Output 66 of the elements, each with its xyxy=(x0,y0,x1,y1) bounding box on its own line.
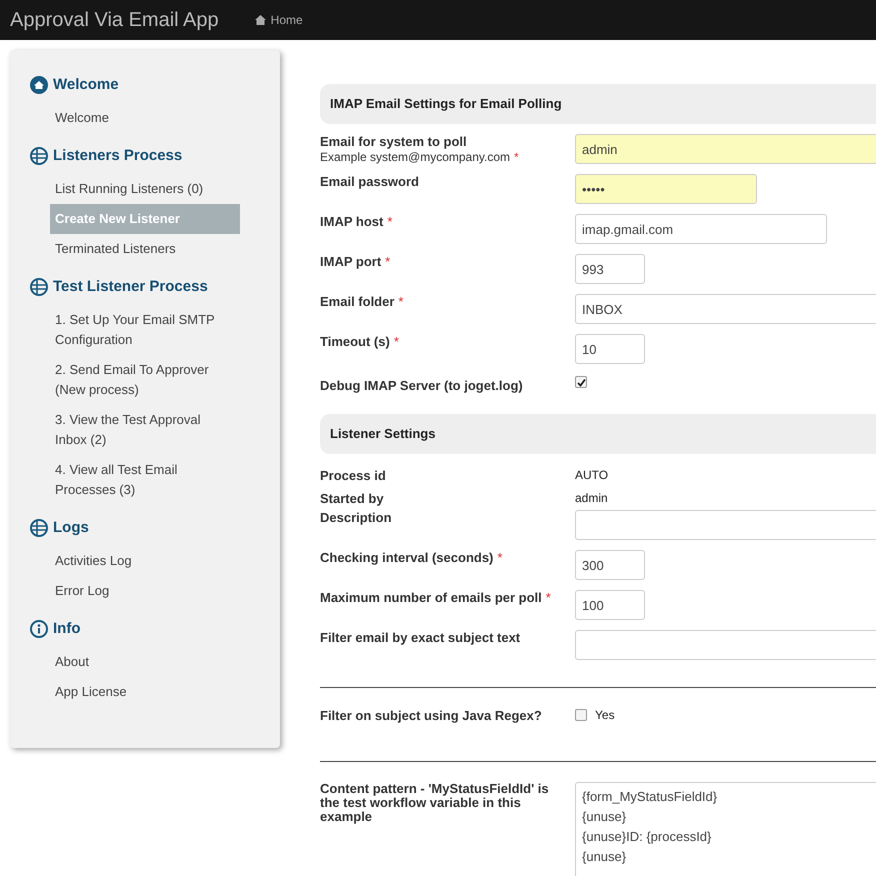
field-label: IMAP host xyxy=(320,214,384,229)
table-icon xyxy=(30,519,48,537)
text-field[interactable]: 100 xyxy=(575,590,645,620)
section-title: Listener Settings xyxy=(330,425,436,444)
required-mark: * xyxy=(394,334,399,349)
option-label: Yes xyxy=(595,707,615,724)
sidebar-heading: Welcome xyxy=(53,74,119,95)
sidebar-item[interactable]: Activities Log xyxy=(50,546,240,576)
required-mark: * xyxy=(546,590,551,605)
nav-link[interactable]: Home xyxy=(254,11,303,29)
sidebar-item[interactable]: 1. Set Up Your Email SMTP Configuration xyxy=(50,305,240,355)
text-field[interactable]: admin xyxy=(575,134,876,164)
field-label: Content pattern - 'MyStatusFieldId' is the test workflow variable in this example xyxy=(320,782,550,824)
sidebar-heading: Test Listener Process xyxy=(53,276,208,297)
required-mark: * xyxy=(387,214,392,229)
field-label: Started by xyxy=(320,491,384,506)
sidebar-item[interactable]: 2. Send Email To Approver (New process) xyxy=(50,355,240,405)
field-label: Email password xyxy=(320,174,419,189)
field-label: IMAP port xyxy=(320,254,382,269)
field-value: AUTO xyxy=(575,467,608,484)
text-field[interactable]: ••••• xyxy=(575,174,757,204)
field-hint: Example system@mycompany.com xyxy=(320,150,510,164)
table-icon xyxy=(30,278,48,296)
table-icon xyxy=(30,147,48,165)
field-label: Filter on subject using Java Regex? xyxy=(320,708,542,723)
checkbox[interactable] xyxy=(575,709,587,721)
sidebar-item[interactable]: Welcome xyxy=(50,103,240,133)
field-label: Timeout (s) xyxy=(320,334,390,349)
sidebar-heading: Logs xyxy=(53,518,89,538)
required-mark: * xyxy=(497,550,502,565)
field-label: Email for system to poll xyxy=(320,134,467,149)
sidebar-item[interactable]: 4. View all Test Email Processes (3) xyxy=(50,455,240,505)
sidebar-item[interactable]: 3. View the Test Approval Inbox (2) xyxy=(50,405,240,455)
required-mark: * xyxy=(514,150,519,164)
field-label: Filter email by exact subject text xyxy=(320,630,520,645)
text-area[interactable]: {form_MyStatusFieldId} {unuse} {unuse}ID: {processId} {unuse} xyxy=(575,782,876,876)
text-field[interactable]: 300 xyxy=(575,550,645,580)
check-icon xyxy=(576,378,586,386)
sidebar-heading: Info xyxy=(53,618,80,639)
required-mark: * xyxy=(398,294,404,309)
home-icon xyxy=(254,15,266,25)
info-icon xyxy=(30,620,48,638)
field-label: Email folder xyxy=(320,294,394,309)
app-title: Approval Via Email App xyxy=(10,8,219,33)
text-field[interactable]: 993 xyxy=(575,254,645,284)
sidebar-item[interactable]: List Running Listeners (0) xyxy=(50,174,240,204)
field-value: admin xyxy=(575,490,608,507)
text-field[interactable] xyxy=(575,630,876,660)
field-label: Description xyxy=(320,510,392,525)
sidebar-item[interactable]: Error Log xyxy=(50,576,240,606)
sidebar-heading: Listeners Process xyxy=(53,146,182,166)
sidebar-item[interactable]: About xyxy=(50,647,240,677)
field-label: Maximum number of emails per poll xyxy=(320,590,542,605)
field-label: Checking interval (seconds) xyxy=(320,550,494,565)
field-label: Debug IMAP Server (to joget.log) xyxy=(320,378,523,393)
text-field[interactable]: 10 xyxy=(575,334,645,364)
sidebar-item[interactable]: App License xyxy=(50,677,240,707)
section-title: IMAP Email Settings for Email Polling xyxy=(330,95,562,114)
sidebar-item[interactable]: Terminated Listeners xyxy=(50,234,240,264)
checkbox[interactable] xyxy=(575,376,587,388)
text-field[interactable] xyxy=(575,510,876,540)
text-field[interactable]: imap.gmail.com xyxy=(575,214,827,244)
field-label: Process id xyxy=(320,468,386,483)
required-mark: * xyxy=(385,254,390,269)
text-field[interactable]: INBOX xyxy=(575,294,876,324)
home-icon xyxy=(30,76,48,94)
